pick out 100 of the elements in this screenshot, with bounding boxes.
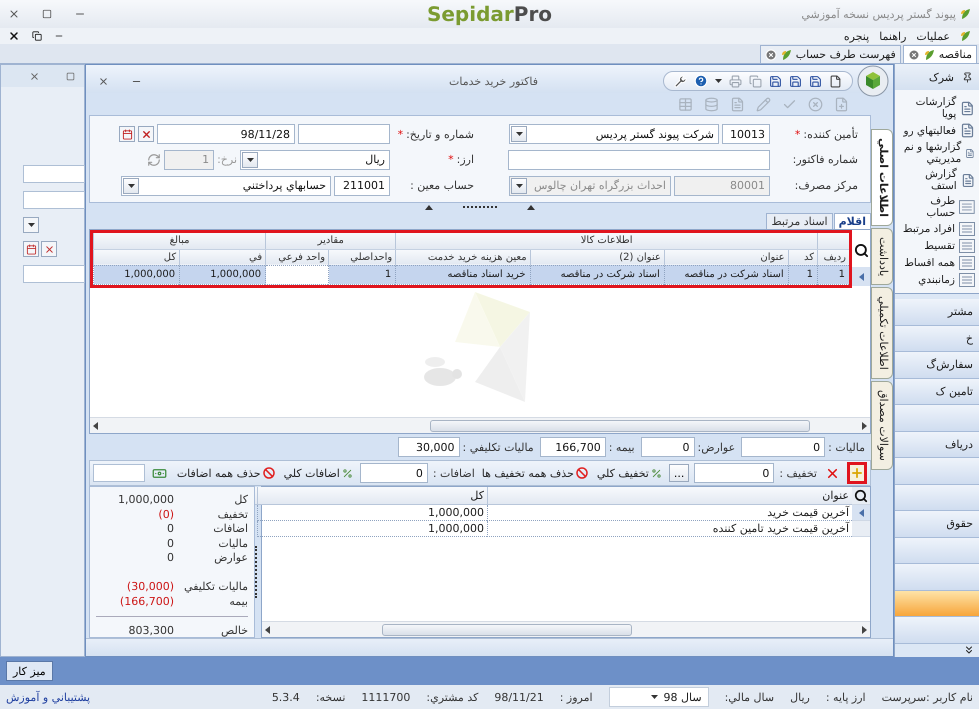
remove-additions-button[interactable]: حذف همه اضافات	[174, 463, 277, 483]
wrench-icon[interactable]	[674, 74, 687, 88]
column-header[interactable]: عنوان	[487, 487, 852, 505]
navigation-bar-item[interactable]: حقوق	[895, 511, 979, 538]
sidebar-item[interactable]: همه اقساط	[899, 256, 975, 270]
sidebar-item[interactable]: گزارشات پويا	[899, 96, 975, 120]
dropdown-button[interactable]	[511, 126, 527, 142]
save-icon[interactable]	[769, 74, 782, 88]
navigation-bar-item[interactable]: تامين ک	[895, 378, 979, 405]
discount-all-button[interactable]: تخفيف کلي	[594, 463, 664, 483]
save-icon[interactable]	[789, 74, 802, 88]
menu-item[interactable]: پنجره	[844, 30, 870, 42]
more-button[interactable]: ...	[668, 464, 690, 482]
scroll-left-arrow-icon[interactable]	[265, 626, 270, 634]
remove-discounts-button[interactable]: حذف همه تخفيف ها	[480, 463, 590, 483]
fiscal-year-combo[interactable]: سال 98	[608, 687, 709, 707]
text-field[interactable]	[23, 165, 85, 183]
account-code-field[interactable]: 211001	[334, 176, 390, 196]
clear-button[interactable]	[41, 241, 57, 257]
supplier-code-field[interactable]: 10013	[722, 124, 770, 144]
invoice-number-field[interactable]	[508, 150, 770, 170]
column-header[interactable]: رديف	[818, 249, 849, 265]
file-icon[interactable]	[829, 74, 842, 88]
close-icon[interactable]	[8, 30, 20, 42]
help-icon[interactable]	[694, 74, 708, 88]
dropdown-button[interactable]	[511, 178, 527, 194]
column-header[interactable]: عنوان (2)	[530, 249, 664, 265]
save-icon[interactable]	[809, 74, 822, 88]
scroll-right-arrow-icon[interactable]	[862, 626, 867, 634]
document-tab[interactable]: مناقصه	[902, 45, 977, 63]
close-icon[interactable]	[98, 76, 109, 86]
desktop-button[interactable]: ميز کار	[6, 661, 53, 681]
side-tab[interactable]: يادداشت	[871, 228, 893, 286]
calendar-button[interactable]	[23, 241, 39, 257]
supplier-combo[interactable]: شرکت پيوند گستر پرديس	[509, 124, 719, 144]
calendar-button[interactable]	[119, 126, 135, 142]
navigation-bar-item[interactable]: خ	[895, 326, 979, 352]
column-header[interactable]: معين هزينه خريد خدمت	[396, 249, 530, 265]
navigation-bar-item[interactable]: درياف	[895, 432, 979, 458]
dropdown-button[interactable]	[23, 217, 39, 233]
column-header[interactable]: واحداصلي	[328, 249, 396, 265]
discount-field[interactable]: 0	[694, 463, 774, 483]
tab[interactable]: اسناد مرتبط	[766, 213, 833, 229]
navigation-bar-item[interactable]: سفارش‌گ	[895, 352, 979, 378]
search-icon[interactable]	[854, 488, 868, 502]
search-icon[interactable]	[854, 242, 868, 258]
copy-icon[interactable]	[749, 74, 762, 88]
column-header[interactable]: کل	[94, 249, 180, 265]
column-header[interactable]: عنوان	[664, 249, 788, 265]
side-tab[interactable]: اطلاعات تکميلي	[871, 287, 893, 380]
date-field[interactable]: 98/11/28	[157, 124, 295, 144]
side-tab[interactable]: اطلاعات اصلي	[871, 129, 893, 226]
table-cell-editor[interactable]	[266, 265, 329, 284]
document-tab[interactable]: فهرست طرف حساب	[760, 45, 901, 63]
additions-field[interactable]: 0	[360, 463, 428, 483]
amount-field[interactable]: 166,700	[540, 437, 606, 457]
text-field[interactable]	[23, 191, 85, 209]
add-button[interactable]	[847, 462, 867, 484]
horizontal-scrollbar[interactable]	[262, 621, 870, 637]
amount-field[interactable]: 0	[741, 437, 826, 457]
column-header[interactable]: في	[180, 249, 266, 265]
column-header[interactable]: کد	[788, 249, 818, 265]
maximize-icon[interactable]	[66, 72, 75, 80]
pin-icon[interactable]	[962, 72, 973, 82]
maximize-icon[interactable]	[42, 9, 52, 19]
column-header[interactable]: واحد فرعي	[266, 249, 329, 265]
sidebar-item[interactable]: طرف حساب	[899, 195, 975, 219]
chevrons-icon[interactable]	[963, 644, 975, 656]
restore-icon[interactable]	[32, 31, 42, 41]
refresh-icon[interactable]	[147, 152, 162, 167]
navigation-bar-item[interactable]: مشتر	[895, 299, 979, 326]
tab[interactable]: اقلام	[834, 213, 871, 229]
sidebar-item[interactable]: فعاليتهاي رو	[899, 123, 975, 138]
menu-item[interactable]: عمليات	[916, 30, 950, 42]
amount-field[interactable]: 30,000	[398, 437, 460, 457]
sidebar-item[interactable]: افراد مرتبط	[899, 222, 975, 236]
sidebar-item[interactable]: گزارشها و نم مديريتي	[899, 141, 975, 165]
dropdown-button[interactable]	[242, 152, 258, 168]
number-field[interactable]	[298, 124, 390, 144]
currency-combo[interactable]: ريال	[240, 150, 390, 170]
sidebar-item[interactable]: گزارش استف	[899, 168, 975, 192]
text-field[interactable]	[23, 265, 85, 283]
additions-all-button[interactable]: اضافات کلي	[282, 463, 355, 483]
scroll-right-arrow-icon[interactable]	[862, 422, 867, 430]
horizontal-scrollbar[interactable]	[90, 417, 870, 433]
menu-item[interactable]: راهنما	[879, 30, 906, 42]
text-field[interactable]	[93, 464, 145, 482]
side-tab[interactable]: سوالات مصداق	[871, 381, 893, 470]
column-header[interactable]: کل	[257, 487, 487, 505]
support-link[interactable]: پشتيباني و آموزش	[6, 690, 90, 704]
sidebar-item[interactable]: تقسيط	[899, 239, 975, 253]
amount-field[interactable]: 0	[640, 437, 695, 457]
close-icon[interactable]	[8, 8, 20, 20]
dropdown-button[interactable]	[123, 178, 139, 194]
account-combo[interactable]: حسابهاي پرداختني	[121, 176, 331, 196]
sidebar-item[interactable]: زمانبندي	[899, 273, 975, 287]
scroll-left-arrow-icon[interactable]	[93, 422, 98, 430]
printer-icon[interactable]	[729, 74, 742, 88]
splitter-grip-icon[interactable]	[425, 204, 535, 210]
clear-button[interactable]	[138, 126, 154, 142]
